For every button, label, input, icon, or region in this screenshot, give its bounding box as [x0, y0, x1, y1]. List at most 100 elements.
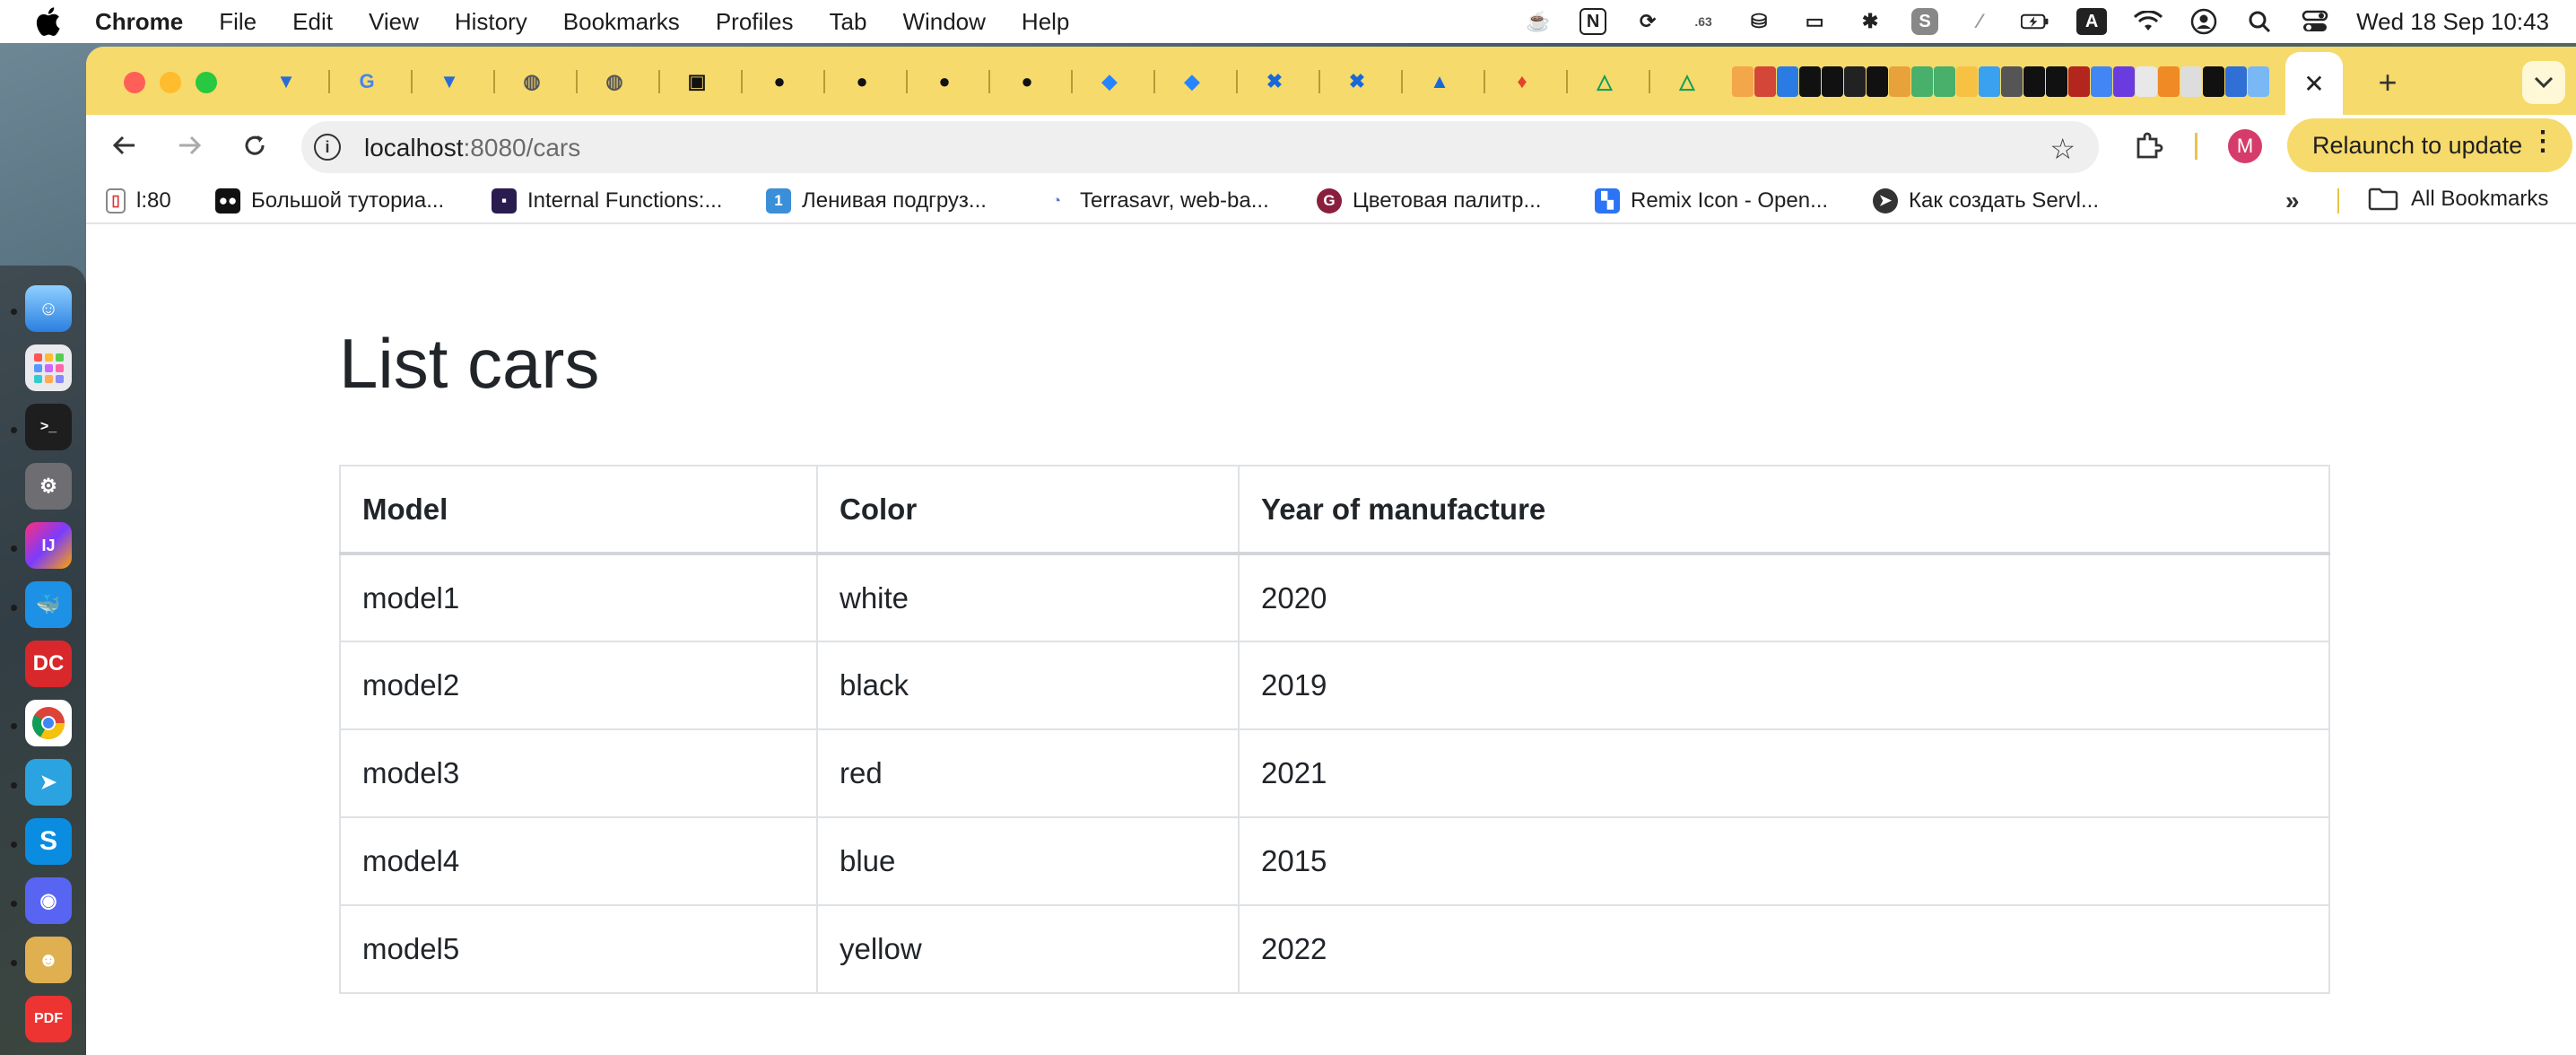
tab-favicon-jira-icon[interactable]: ◆ [1177, 66, 1207, 97]
tab-search-button[interactable] [2522, 61, 2565, 104]
tab-close-icon[interactable]: ✕ [2303, 69, 2324, 99]
system-settings-icon[interactable]: ⚙ [25, 463, 72, 510]
all-bookmarks-button[interactable]: All Bookmarks [2368, 187, 2548, 212]
bookmark-item[interactable]: ▯ l:80 [106, 187, 171, 215]
tab-favicon-confluence-icon[interactable]: ✖ [1342, 66, 1372, 97]
mini-tab-favicon-icon[interactable] [1754, 66, 1776, 97]
bookmark-item[interactable]: ◔ Terrasavr, web-ba... [1044, 187, 1269, 215]
pen-slash-icon[interactable]: ⁄ [1965, 7, 1994, 36]
tab-favicon-github-icon[interactable]: ● [764, 66, 795, 97]
tab-favicon-google-drive-icon[interactable]: △ [1589, 66, 1620, 97]
spotlight-search-icon[interactable] [2245, 7, 2274, 36]
launchpad-icon[interactable] [25, 344, 72, 391]
profile-avatar[interactable]: M [2228, 129, 2262, 163]
mini-tab-favicon-icon[interactable] [1822, 66, 1843, 97]
utility-app-icon[interactable]: ☻ [25, 937, 72, 983]
tab-favicon-dark-app-icon[interactable]: ▣ [682, 66, 712, 97]
mini-tab-favicon-icon[interactable] [1979, 66, 2000, 97]
close-window-button[interactable] [124, 72, 145, 93]
bookmark-item[interactable]: G Цветовая палитр... [1317, 187, 1541, 215]
mini-tab-favicon-icon[interactable] [2180, 66, 2202, 97]
tab-favicon-jira-icon[interactable]: ◆ [1094, 66, 1125, 97]
tab-favicon-globe-icon[interactable]: ◍ [517, 66, 547, 97]
bookmark-item[interactable]: ●● Большой туториа... [215, 187, 444, 215]
new-tab-button[interactable]: + [2366, 61, 2409, 104]
telegram-icon[interactable]: ➤ [25, 759, 72, 806]
bookmark-star-icon[interactable]: ☆ [2049, 132, 2076, 166]
wifi-icon[interactable] [2134, 7, 2163, 36]
minimize-window-button[interactable] [160, 72, 181, 93]
site-info-icon[interactable]: i [314, 134, 341, 161]
menu-edit[interactable]: Edit [292, 8, 333, 36]
tab-favicon-github-icon[interactable]: ● [847, 66, 877, 97]
menu-view[interactable]: View [369, 8, 419, 36]
mini-tab-favicon-icon[interactable] [2225, 66, 2247, 97]
menu-tab[interactable]: Tab [830, 8, 867, 36]
back-button[interactable] [102, 124, 145, 167]
sync-icon[interactable]: ⟳ [1633, 7, 1662, 36]
control-center-icon[interactable] [2301, 7, 2329, 36]
mini-tab-favicon-icon[interactable] [2046, 66, 2067, 97]
extensions-puzzle-icon[interactable] [2129, 126, 2169, 165]
tab-favicon-google-icon[interactable]: G [352, 66, 382, 97]
discord-icon[interactable]: ◉ [25, 877, 72, 924]
mini-tab-favicon-icon[interactable] [1799, 66, 1821, 97]
bookmark-item[interactable]: ▪ Internal Functions:... [492, 187, 722, 215]
menu-bookmarks[interactable]: Bookmarks [563, 8, 680, 36]
sparkle-icon[interactable]: ✱ [1856, 7, 1884, 36]
active-tab[interactable]: ✕ [2285, 52, 2343, 115]
docker-icon[interactable]: 🐳 [25, 581, 72, 628]
tab-favicon-gitlab-icon[interactable]: ♦ [1507, 66, 1537, 97]
finder-icon[interactable]: ☺ [25, 285, 72, 332]
mini-tab-favicon-icon[interactable] [1844, 66, 1866, 97]
mini-tab-favicon-icon[interactable] [1934, 66, 1955, 97]
mini-tab-favicon-icon[interactable] [1911, 66, 1933, 97]
mini-tab-favicon-icon[interactable] [2068, 66, 2090, 97]
bookmark-item[interactable]: ▚ Remix Icon - Open... [1595, 187, 1828, 215]
menu-app-name[interactable]: Chrome [95, 8, 183, 36]
mini-tab-favicon-icon[interactable] [1732, 66, 1754, 97]
coffee-cup-icon[interactable]: ☕ [1524, 7, 1553, 36]
menu-history[interactable]: History [455, 8, 527, 36]
battery-charging-icon[interactable] [2021, 7, 2049, 36]
tab-favicon-funnel-icon[interactable]: ▼ [434, 66, 465, 97]
mini-tab-favicon-icon[interactable] [1777, 66, 1798, 97]
mini-tab-favicon-icon[interactable] [2023, 66, 2045, 97]
menu-help[interactable]: Help [1022, 8, 1069, 36]
mini-tab-favicon-icon[interactable] [2248, 66, 2269, 97]
input-source-icon[interactable]: A [2076, 8, 2108, 35]
address-url[interactable]: localhost:8080/cars [364, 134, 580, 162]
tab-favicon-confluence-icon[interactable]: ✖ [1259, 66, 1290, 97]
tab-favicon-github-icon[interactable]: ● [1012, 66, 1042, 97]
menu-file[interactable]: File [219, 8, 257, 36]
tab-favicon-globe-icon[interactable]: ◍ [599, 66, 630, 97]
address-bar[interactable]: i localhost:8080/cars ☆ [301, 121, 2099, 173]
bookmark-item[interactable]: ➤ Как создать Servl... [1873, 187, 2099, 215]
kebab-menu-icon[interactable]: ⋮ [2529, 126, 2556, 157]
menu-profiles[interactable]: Profiles [716, 8, 794, 36]
mini-tab-favicon-icon[interactable] [1867, 66, 1888, 97]
skype-icon[interactable]: S [25, 818, 72, 865]
apple-icon[interactable] [34, 6, 65, 37]
relaunch-to-update-button[interactable]: Relaunch to update ⋮ [2287, 118, 2572, 172]
mini-tab-favicon-icon[interactable] [2091, 66, 2112, 97]
window-icon[interactable]: ▭ [1800, 7, 1829, 36]
database-icon[interactable]: ⛁ [1745, 7, 1773, 36]
dbeaver-icon[interactable]: DC [25, 641, 72, 687]
tab-favicon-google-drive-icon[interactable]: △ [1672, 66, 1702, 97]
notion-icon[interactable]: N [1580, 8, 1607, 35]
more-bookmarks-chevron-icon[interactable]: » [2285, 187, 2300, 215]
mini-tab-favicon-icon[interactable] [2001, 66, 2023, 97]
mini-tab-favicon-icon[interactable] [2203, 66, 2224, 97]
skype-status-icon[interactable]: S [1911, 8, 1939, 35]
reload-button[interactable] [233, 124, 276, 167]
menu-window[interactable]: Window [902, 8, 985, 36]
chrome-dock-icon[interactable] [25, 700, 72, 746]
forward-button[interactable] [169, 124, 212, 167]
user-account-icon[interactable] [2189, 7, 2218, 36]
cloud-badge-icon[interactable]: .63 [1689, 7, 1718, 36]
tab-favicon-funnel-icon[interactable]: ▼ [271, 66, 301, 97]
mini-tab-favicon-icon[interactable] [2136, 66, 2157, 97]
terminal-icon[interactable]: >_ [25, 404, 72, 450]
tab-favicon-github-icon[interactable]: ● [929, 66, 960, 97]
